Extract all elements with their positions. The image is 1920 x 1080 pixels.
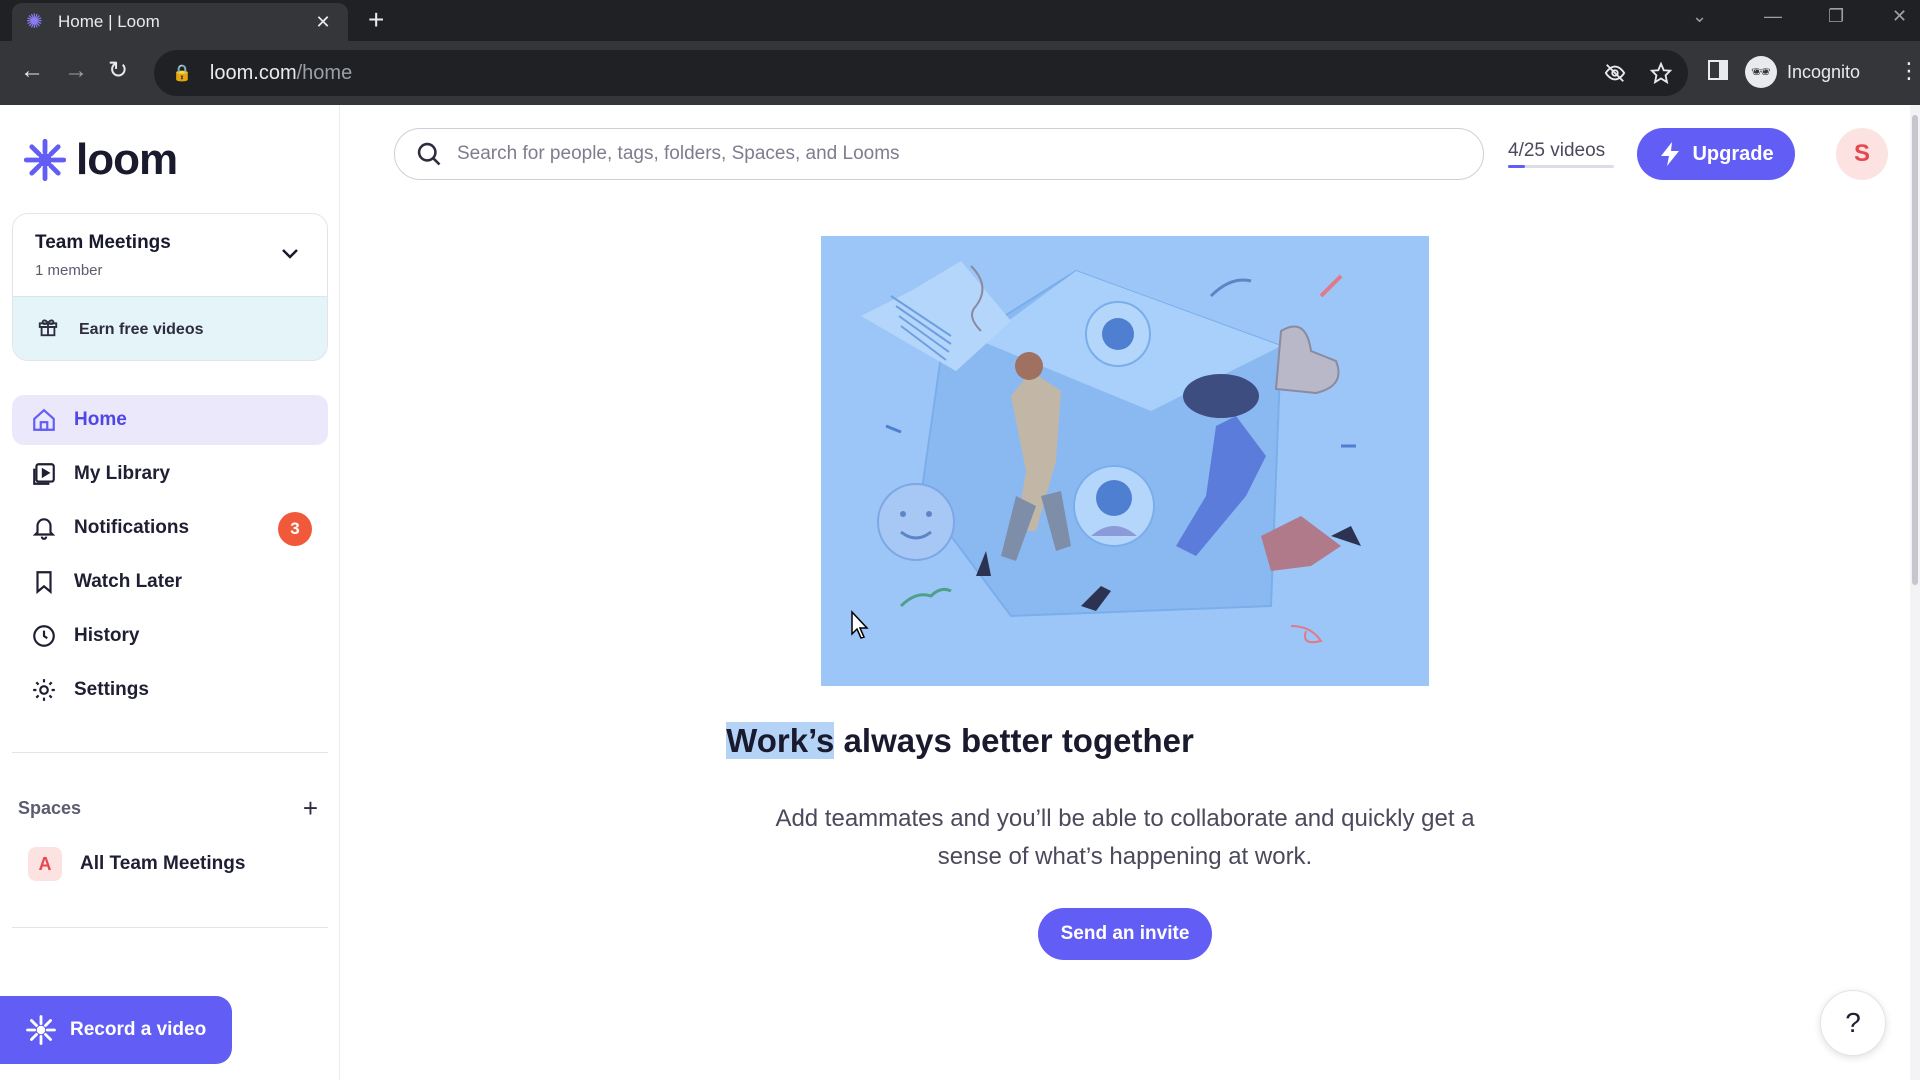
video-usage-fill	[1508, 165, 1525, 168]
sidebar-item-label: Notifications	[74, 517, 190, 538]
earn-free-videos-label: Earn free videos	[79, 320, 204, 338]
spaces-header: Spaces +	[18, 795, 318, 821]
sidebar-item-label: History	[74, 625, 140, 646]
earn-free-videos-link[interactable]: Earn free videos	[13, 296, 327, 360]
sidebar: loom Team Meetings 1 member Earn free vi…	[0, 105, 340, 1080]
bookmark-icon	[30, 568, 58, 596]
tab-close-icon[interactable]: ✕	[312, 12, 334, 33]
url-path: /home	[296, 61, 353, 84]
eye-off-icon[interactable]	[1604, 50, 1626, 96]
url-host: loom.com	[209, 61, 297, 84]
sidebar-item-notifications[interactable]: Notifications 3	[12, 503, 328, 553]
close-window-icon[interactable]: ✕	[1892, 6, 1907, 27]
help-button[interactable]: ?	[1820, 990, 1886, 1056]
minimize-icon[interactable]: —	[1764, 6, 1782, 27]
workspace-members: 1 member	[35, 262, 103, 279]
add-space-button[interactable]: +	[303, 795, 318, 821]
sidebar-nav: Home My Library Notifications 3 Watch La…	[12, 395, 328, 719]
sidebar-divider	[12, 927, 328, 928]
record-video-label: Record a video	[70, 1019, 207, 1040]
loom-logo[interactable]: loom	[22, 135, 178, 185]
incognito-label: Incognito	[1787, 61, 1861, 82]
reload-icon[interactable]: ↻	[108, 57, 128, 85]
brand-name: loom	[76, 135, 178, 184]
record-video-button[interactable]: Record a video	[0, 996, 232, 1064]
sidebar-item-history[interactable]: History	[12, 611, 328, 661]
gift-icon	[37, 316, 61, 344]
sidebar-item-label: My Library	[74, 463, 171, 484]
sidebar-item-label: Watch Later	[74, 571, 183, 592]
clock-icon	[30, 622, 58, 650]
workspace-selector[interactable]: Team Meetings 1 member	[13, 214, 327, 296]
notification-count-badge: 3	[278, 512, 312, 546]
mouse-cursor-icon	[851, 610, 869, 639]
loom-logo-icon	[23, 138, 67, 182]
page-scrollbar[interactable]	[1910, 105, 1920, 1080]
avatar[interactable]: S	[1836, 128, 1888, 180]
forward-icon[interactable]: →	[64, 57, 88, 85]
bell-icon	[30, 514, 58, 542]
workspace-name: Team Meetings	[35, 232, 171, 253]
incognito-icon: 🕶	[1745, 56, 1777, 88]
scrollbar-thumb[interactable]	[1912, 115, 1918, 585]
send-invite-button[interactable]: Send an invite	[1038, 908, 1212, 960]
video-count-label: 4/25 videos	[1508, 140, 1606, 161]
search-input[interactable]	[457, 143, 1437, 165]
library-icon	[30, 460, 58, 488]
chevron-down-icon	[281, 244, 299, 265]
star-icon[interactable]	[1650, 50, 1672, 96]
tab-search-icon[interactable]: ⌄	[1692, 6, 1707, 27]
sidebar-item-my-library[interactable]: My Library	[12, 449, 328, 499]
browser-tab-bar: ✺ Home | Loom ✕ + ⌄ — ❐ ✕	[0, 0, 1920, 41]
loom-record-icon	[26, 1015, 56, 1045]
space-avatar: A	[28, 847, 62, 881]
bolt-icon	[1661, 142, 1680, 166]
spaces-title: Spaces	[18, 797, 82, 818]
new-tab-button[interactable]: +	[368, 4, 384, 36]
space-label: All Team Meetings	[80, 853, 246, 874]
search-bar[interactable]	[394, 128, 1484, 180]
sidebar-item-label: Settings	[74, 679, 149, 700]
side-panel-icon[interactable]	[1708, 59, 1728, 87]
upgrade-label: Upgrade	[1692, 142, 1774, 165]
collaboration-illustration	[821, 236, 1429, 686]
headline-rest: always better together	[834, 722, 1194, 759]
workspace-switcher: Team Meetings 1 member Earn free videos	[12, 213, 328, 361]
home-icon	[30, 406, 58, 434]
video-count[interactable]: 4/25 videos	[1508, 140, 1614, 168]
restore-icon[interactable]: ❐	[1828, 6, 1844, 27]
browser-tab[interactable]: ✺ Home | Loom ✕	[12, 3, 348, 41]
lock-icon: 🔒	[172, 65, 192, 82]
headline-highlight: Work’s	[726, 722, 835, 759]
empty-state-headline: Work’s always better together	[0, 722, 1920, 760]
browser-toolbar: ← → ↻ 🔒 loom.com/home 🕶 Incognito	[0, 41, 1920, 105]
sidebar-item-settings[interactable]: Settings	[12, 665, 328, 715]
gear-icon	[30, 676, 58, 704]
sidebar-item-label: Home	[74, 409, 127, 430]
loom-favicon-icon: ✺	[26, 11, 43, 33]
back-icon[interactable]: ←	[20, 57, 44, 85]
sidebar-item-watch-later[interactable]: Watch Later	[12, 557, 328, 607]
browser-menu-icon[interactable]: ⋮	[1898, 58, 1920, 84]
space-item-all-team-meetings[interactable]: A All Team Meetings	[28, 847, 245, 881]
empty-state-description: Add teammates and you’ll be able to coll…	[775, 805, 1475, 870]
address-bar[interactable]: 🔒 loom.com/home	[154, 50, 1688, 96]
upgrade-button[interactable]: Upgrade	[1637, 128, 1795, 180]
incognito-profile[interactable]: 🕶 Incognito	[1745, 56, 1860, 88]
search-icon	[417, 142, 441, 166]
sidebar-item-home[interactable]: Home	[12, 395, 328, 445]
tab-title: Home | Loom	[58, 12, 160, 31]
